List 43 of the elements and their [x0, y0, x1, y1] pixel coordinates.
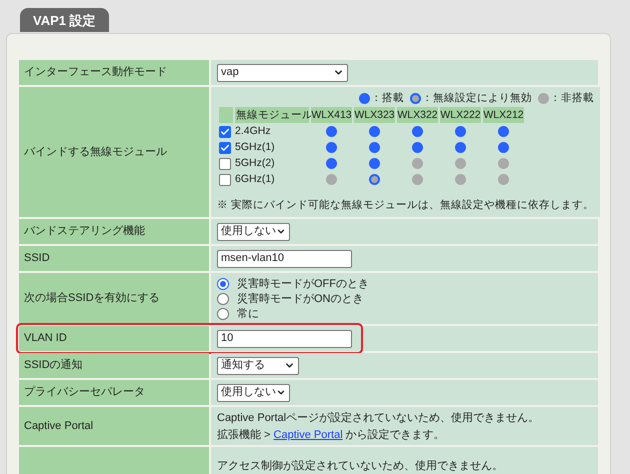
legend-label: ：非搭載 — [550, 92, 594, 105]
legend-label: ：搭載 — [370, 92, 404, 105]
legend-label: ：無線設定により無効 — [422, 92, 532, 105]
band-label: 6GHz(1) — [235, 172, 276, 187]
select-field[interactable]: 通知する — [217, 356, 299, 374]
header-cell: WLX212 — [483, 107, 524, 123]
text-field[interactable]: 10 — [217, 330, 352, 348]
captive-portal-link[interactable]: Captive Portal — [274, 428, 343, 440]
label-cell: SSIDの通知 — [19, 353, 209, 378]
select-field[interactable]: vap — [217, 64, 348, 82]
select-field[interactable]: 使用しない — [217, 222, 290, 240]
radio-button[interactable] — [217, 308, 229, 320]
header-cell: WLX413 — [311, 107, 352, 123]
info-text: Captive Portalページが設定されていないため、使用できません。 — [217, 410, 540, 424]
header-cell: WLX323 — [354, 107, 395, 123]
radio-button[interactable] — [217, 278, 229, 290]
radio-button[interactable] — [217, 292, 229, 304]
label-cell: Captive Portal — [19, 407, 209, 445]
label-cell: 次の場合SSIDを有効にする — [19, 273, 209, 324]
info-text: 拡張機能 > Captive Portal から設定できます。 — [217, 428, 446, 442]
header-cell: WLX222 — [440, 107, 481, 123]
header-cell: WLX322 — [397, 107, 438, 123]
info-text: アクセス制御が設定されていないため、使用できません。 — [217, 459, 503, 473]
select-field[interactable]: 使用しない — [217, 384, 290, 402]
band-label: 5GHz(1) — [235, 140, 276, 155]
radio-label: 災害時モードがONのとき — [237, 292, 364, 306]
label-cell: SSID — [19, 246, 209, 271]
header-cell — [219, 107, 233, 123]
radio-label: 災害時モードがOFFのとき — [237, 276, 369, 290]
band-label: 5GHz(2) — [235, 156, 276, 171]
band-label: 2.4GHz — [235, 124, 272, 139]
text-field[interactable]: msen-vlan10 — [217, 250, 352, 268]
radio-label: 常に — [237, 306, 259, 320]
note-text: ※ 実際にバインド可能な無線モジュールは、無線設定や機種に依存します。 — [217, 199, 594, 212]
checkbox[interactable] — [219, 174, 231, 186]
label-cell: バインドする無線モジュール — [19, 87, 209, 217]
checkbox[interactable] — [219, 158, 231, 170]
checkbox[interactable] — [219, 142, 231, 154]
label-cell: プライバシーセパレータ — [19, 380, 209, 405]
label-cell: バンドステアリング機能 — [19, 219, 209, 244]
label-cell: インターフェース動作モード — [19, 60, 209, 85]
label-cell: VLAN ID — [19, 326, 209, 351]
checkbox[interactable] — [219, 126, 231, 138]
